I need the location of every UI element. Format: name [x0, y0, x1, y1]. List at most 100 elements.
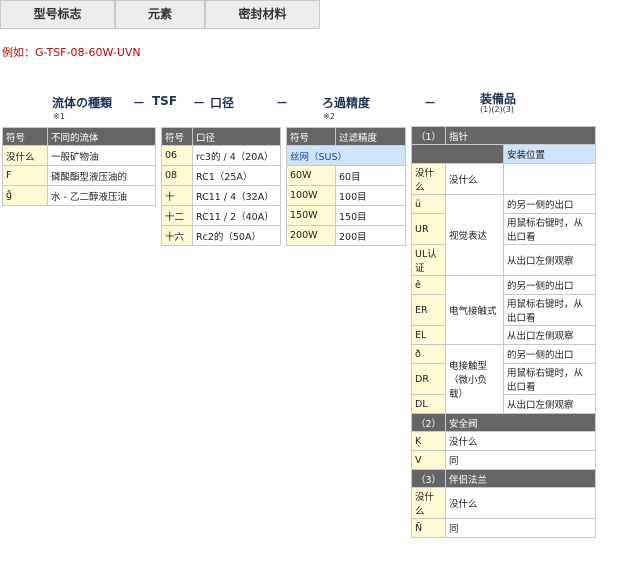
cell-value: 从出口左侧观察 — [503, 325, 596, 345]
table-row: ð 电接触型（微小负载） 的另一侧的出口 — [411, 344, 596, 414]
table-row: V 同 — [411, 450, 596, 470]
col-port: 口径 — [192, 127, 281, 146]
table-row: DR 用鼠标右键时，从出口看 — [411, 363, 596, 395]
header-tsf: TSF — [152, 94, 178, 108]
cell-code: EL — [411, 325, 446, 345]
cell-code: 08 — [161, 165, 193, 186]
cell-code: DR — [411, 363, 446, 395]
cell-value: RC1（25A） — [192, 165, 281, 186]
cell-code: 100W — [286, 185, 336, 206]
table-row: 06 rc3的 / 4（20A） — [161, 145, 281, 166]
header-dash: － — [133, 96, 146, 110]
type-electric: 电气接触式 — [445, 275, 504, 345]
table-row: 丝网（SUS） — [286, 145, 406, 166]
note-3: (1)(2)(3) — [480, 105, 514, 114]
tab-model-code[interactable]: 型号标志 — [0, 0, 115, 28]
cell-value: Rc2的（50A） — [192, 225, 281, 246]
cell-code: 没什么 — [411, 163, 446, 195]
note-2: ※2 — [323, 112, 335, 121]
cell-code: 200W — [286, 225, 336, 246]
cell-value: 的另一侧的出口 — [503, 344, 596, 364]
header-filter: ろ過精度 — [322, 96, 371, 110]
col-code: 符号 — [2, 127, 48, 146]
cell-code: V — [411, 450, 446, 470]
header-fluid-type: 流体の種類 — [52, 96, 113, 110]
cell-code: 06 — [161, 145, 193, 166]
cell-value: 用鼠标右键时，从出口看 — [503, 363, 596, 395]
table-row: Ñ 同 — [411, 518, 596, 538]
cell-value: RC11 / 4（32A） — [192, 185, 281, 206]
cell-value: 从出口左侧观察 — [503, 244, 596, 276]
table-row: EL 从出口左侧观察 — [411, 325, 596, 345]
tab-divider — [0, 28, 319, 29]
table-row: 没什么 没什么 — [411, 487, 596, 519]
table-row: 200W 200目 — [286, 225, 406, 246]
col-code: 符号 — [286, 127, 336, 146]
section-number: （1） — [411, 126, 446, 145]
type-visual: 视觉表达 — [445, 194, 504, 276]
cell-empty — [503, 163, 596, 195]
cell-value: 一般矿物油 — [47, 145, 156, 166]
cell-value: 用鼠标右键时，从出口看 — [503, 294, 596, 326]
table-row: 08 RC1（25A） — [161, 165, 281, 186]
cell-code: F — [2, 165, 48, 186]
cell-code: 没什么 — [2, 145, 48, 166]
cell-value: 磷酸酯型液压油的 — [47, 165, 156, 186]
table-row: 没什么 没什么 — [411, 163, 596, 195]
table-row: 十六 Rc2的（50A） — [161, 225, 281, 246]
cell-code: ĝ — [2, 185, 48, 206]
cell-code: ð — [411, 344, 446, 364]
cell-code: Ķ — [411, 431, 446, 451]
cell-code: Ñ — [411, 518, 446, 538]
example-code: 例如：G-TSF-08-60W-UVN — [2, 46, 141, 59]
cell-value: 水 - 乙二醇液压油 — [47, 185, 156, 206]
col-fluid: 不同的流体 — [47, 127, 156, 146]
header-dash: － — [276, 96, 289, 110]
cell-value: 从出口左侧观察 — [503, 394, 596, 414]
table-row: UL认证 从出口左侧观察 — [411, 244, 596, 276]
cell-value: 没什么 — [445, 431, 596, 451]
table-row: UR 用鼠标右键时，从出口看 — [411, 213, 596, 245]
equipment-table: （1） 指针 安装位置 没什么 没什么 ü 视觉表达 的另一侧的出口 UR 用鼠… — [411, 126, 596, 538]
cell-code: UL认证 — [411, 244, 446, 276]
col-filter: 过滤精度 — [335, 127, 406, 146]
table-row: Ķ 没什么 — [411, 431, 596, 451]
section-number: （3） — [411, 469, 446, 488]
note-1: ※1 — [53, 112, 65, 121]
table-row: 60W 60目 — [286, 165, 406, 186]
cell-code: ê — [411, 275, 446, 295]
cell-value: rc3的 / 4（20A） — [192, 145, 281, 166]
cell-value: 60目 — [335, 165, 406, 186]
cell-value: 用鼠标右键时，从出口看 — [503, 213, 596, 245]
cell-value: RC11 / 2（40A） — [192, 205, 281, 226]
cell-code: ü — [411, 194, 446, 214]
cell-code: 十 — [161, 185, 193, 206]
header-dash: － — [193, 96, 206, 110]
cell-value: 没什么 — [445, 487, 596, 519]
cell-value: 100目 — [335, 185, 406, 206]
table-row: 没什么 一般矿物油 — [2, 145, 156, 166]
section-title-companion-flange: 伴侣法兰 — [445, 469, 596, 488]
cell-code: DL — [411, 394, 446, 414]
cell-code: 十二 — [161, 205, 193, 226]
type-micro-contact: 电接触型（微小负载） — [445, 344, 504, 414]
cell-value: 的另一侧的出口 — [503, 275, 596, 295]
section-title-relief-valve: 安全阀 — [445, 413, 596, 432]
table-row: DL 从出口左侧观察 — [411, 394, 596, 414]
table-row: ü 视觉表达 的另一侧的出口 — [411, 194, 596, 276]
filter-rating-table: 符号 过滤精度 丝网（SUS） 60W 60目 100W 100目 150W 1… — [286, 127, 406, 246]
table-row: 十二 RC11 / 2（40A） — [161, 205, 281, 226]
table-row: ĝ 水 - 乙二醇液压油 — [2, 185, 156, 206]
cell-value: 200目 — [335, 225, 406, 246]
material-label: 丝网（SUS） — [286, 145, 406, 166]
table-row: 100W 100目 — [286, 185, 406, 206]
cell-code: 60W — [286, 165, 336, 186]
table-row: 十 RC11 / 4（32A） — [161, 185, 281, 206]
tab-elements[interactable]: 元素 — [115, 0, 205, 28]
tab-seal-material[interactable]: 密封材料 — [205, 0, 320, 28]
section-spacer — [411, 144, 504, 164]
cell-code: ER — [411, 294, 446, 326]
cell-value: 同 — [445, 450, 596, 470]
cell-code: 150W — [286, 205, 336, 226]
cell-value: 没什么 — [445, 163, 504, 195]
